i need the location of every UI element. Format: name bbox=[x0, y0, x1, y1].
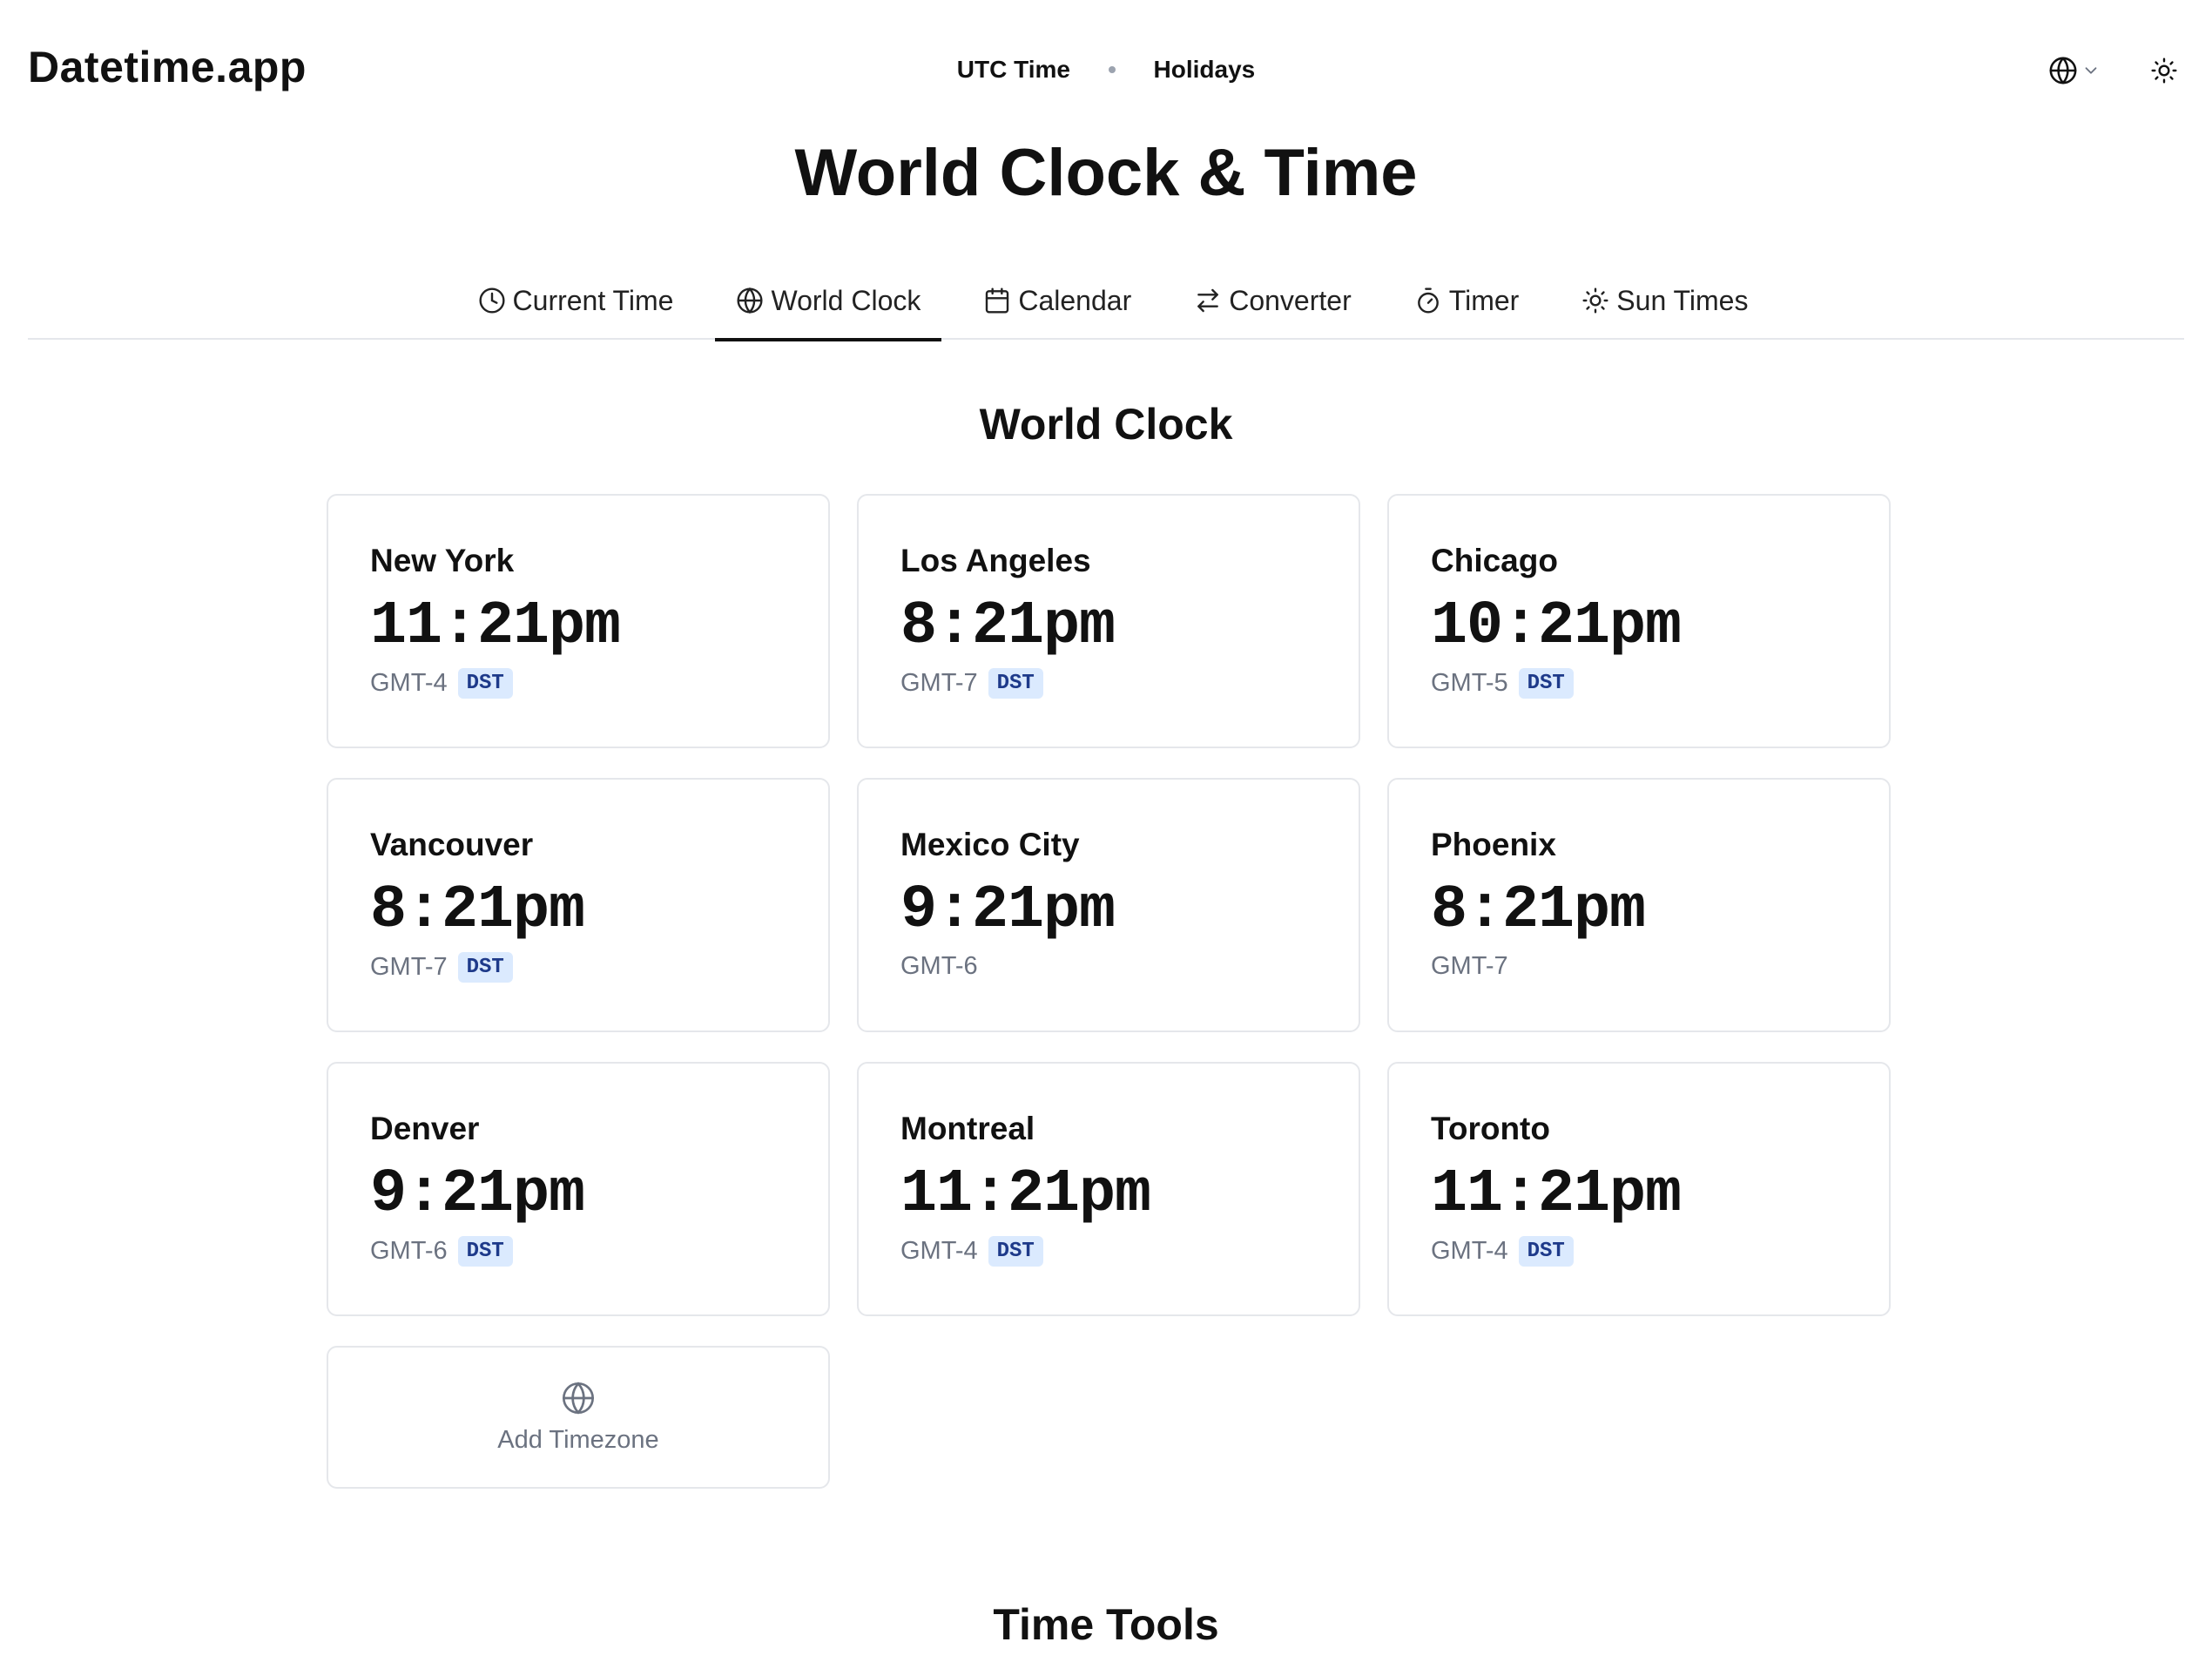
clock-gmt-offset: GMT-4 bbox=[1431, 1236, 1508, 1265]
page-title: World Clock & Time bbox=[794, 136, 1418, 210]
dst-badge: DST bbox=[457, 1235, 513, 1267]
globe-icon bbox=[737, 287, 764, 314]
clock-gmt-offset: GMT-6 bbox=[370, 1236, 448, 1265]
clock-meta: GMT-5 DST bbox=[1431, 667, 1847, 699]
clock-time: 9:21pm bbox=[370, 1160, 585, 1229]
clock-meta: GMT-7 DST bbox=[370, 951, 786, 983]
clock-card-phoenix[interactable]: Phoenix 8:21pm GMT-7 bbox=[1387, 778, 1891, 1032]
tab-calendar[interactable]: Calendar bbox=[962, 261, 1152, 340]
clock-card-vancouver[interactable]: Vancouver 8:21pm GMT-7 DST bbox=[327, 778, 830, 1032]
clock-meta: GMT-6 DST bbox=[370, 1235, 786, 1267]
swap-arrows-icon bbox=[1197, 288, 1219, 313]
clock-meta: GMT-7 bbox=[1431, 952, 1847, 981]
clock-time: 8:21pm bbox=[900, 592, 1116, 661]
tab-current-time[interactable]: Current Time bbox=[457, 261, 695, 340]
clock-card-mexico-city[interactable]: Mexico City 9:21pm GMT-6 bbox=[857, 778, 1360, 1032]
dst-badge: DST bbox=[1518, 667, 1574, 699]
clock-card-new-york[interactable]: New York 11:21pm GMT-4 DST bbox=[327, 494, 830, 748]
clock-grid: New York 11:21pm GMT-4 DST Los Angeles 8… bbox=[327, 494, 1891, 1489]
clock-time: 8:21pm bbox=[370, 876, 585, 945]
tab-label: Calendar bbox=[1018, 284, 1132, 316]
clock-time: 10:21pm bbox=[1431, 592, 1682, 661]
tab-label: Current Time bbox=[512, 284, 674, 316]
clock-card-chicago[interactable]: Chicago 10:21pm GMT-5 DST bbox=[1387, 494, 1891, 748]
globe-icon bbox=[2049, 57, 2077, 84]
clock-card-los-angeles[interactable]: Los Angeles 8:21pm GMT-7 DST bbox=[857, 494, 1360, 748]
clock-gmt-offset: GMT-5 bbox=[1431, 668, 1508, 697]
clock-gmt-offset: GMT-7 bbox=[900, 668, 978, 697]
dst-badge: DST bbox=[988, 1235, 1043, 1267]
clock-meta: GMT-7 DST bbox=[900, 667, 1317, 699]
dst-badge: DST bbox=[988, 667, 1043, 699]
sun-icon bbox=[1582, 287, 1608, 314]
clock-city: Montreal bbox=[900, 1111, 1035, 1146]
tab-label: Timer bbox=[1448, 284, 1520, 316]
nav-separator-dot bbox=[1108, 65, 1116, 73]
stopwatch-icon bbox=[1417, 287, 1439, 314]
clock-gmt-offset: GMT-7 bbox=[370, 952, 448, 981]
theme-toggle-button[interactable] bbox=[2148, 54, 2181, 87]
clock-time: 11:21pm bbox=[1431, 1160, 1682, 1229]
globe-icon bbox=[563, 1381, 594, 1415]
clock-gmt-offset: GMT-4 bbox=[370, 668, 448, 697]
clock-time: 9:21pm bbox=[900, 876, 1116, 945]
clock-city: Chicago bbox=[1431, 543, 1558, 578]
clock-icon bbox=[478, 287, 505, 314]
clock-meta: GMT-6 bbox=[900, 952, 1317, 981]
clock-card-toronto[interactable]: Toronto 11:21pm GMT-4 DST bbox=[1387, 1062, 1891, 1316]
tab-world-clock[interactable]: World Clock bbox=[715, 261, 942, 341]
tab-label: World Clock bbox=[771, 284, 921, 316]
sun-icon bbox=[2151, 57, 2177, 84]
dst-badge: DST bbox=[1518, 1235, 1574, 1267]
clock-meta: GMT-4 DST bbox=[370, 667, 786, 699]
tab-timer[interactable]: Timer bbox=[1393, 261, 1541, 340]
calendar-icon bbox=[986, 287, 1009, 314]
clock-city: Los Angeles bbox=[900, 543, 1091, 578]
chevron-down-icon bbox=[2085, 67, 2097, 74]
clock-city: New York bbox=[370, 543, 515, 578]
clock-card-denver[interactable]: Denver 9:21pm GMT-6 DST bbox=[327, 1062, 830, 1316]
clock-card-montreal[interactable]: Montreal 11:21pm GMT-4 DST bbox=[857, 1062, 1360, 1316]
clock-city: Vancouver bbox=[370, 827, 534, 862]
nav-link-holidays[interactable]: Holidays bbox=[1154, 56, 1256, 84]
clock-time: 8:21pm bbox=[1431, 876, 1646, 945]
add-timezone-label: Add Timezone bbox=[497, 1425, 659, 1454]
nav-link-utc-time[interactable]: UTC Time bbox=[957, 56, 1070, 84]
clock-time: 11:21pm bbox=[370, 592, 621, 661]
tab-label: Converter bbox=[1229, 284, 1352, 316]
clock-meta: GMT-4 DST bbox=[1431, 1235, 1847, 1267]
tab-label: Sun Times bbox=[1616, 284, 1749, 316]
clock-meta: GMT-4 DST bbox=[900, 1235, 1317, 1267]
clock-gmt-offset: GMT-4 bbox=[900, 1236, 978, 1265]
clock-time: 11:21pm bbox=[900, 1160, 1151, 1229]
add-timezone-button[interactable]: Add Timezone bbox=[327, 1346, 830, 1489]
clock-gmt-offset: GMT-6 bbox=[900, 951, 978, 980]
language-selector-button[interactable] bbox=[2048, 54, 2109, 87]
header: Datetime.app UTC Time Holidays bbox=[0, 0, 2212, 139]
clock-city: Denver bbox=[370, 1111, 480, 1146]
tab-bar: Current Time World Clock Calendar Conver… bbox=[28, 261, 2184, 341]
tab-sun-times[interactable]: Sun Times bbox=[1561, 261, 1769, 340]
top-nav: UTC Time Holidays bbox=[0, 54, 2212, 84]
dst-badge: DST bbox=[457, 667, 513, 699]
section-title-time-tools: Time Tools bbox=[993, 1600, 1219, 1649]
clock-city: Mexico City bbox=[900, 827, 1080, 862]
clock-gmt-offset: GMT-7 bbox=[1431, 951, 1508, 980]
clock-city: Phoenix bbox=[1431, 827, 1556, 862]
dst-badge: DST bbox=[457, 951, 513, 983]
section-title-world-clock: World Clock bbox=[979, 400, 1233, 449]
tab-converter[interactable]: Converter bbox=[1173, 261, 1372, 340]
clock-city: Toronto bbox=[1431, 1111, 1550, 1146]
